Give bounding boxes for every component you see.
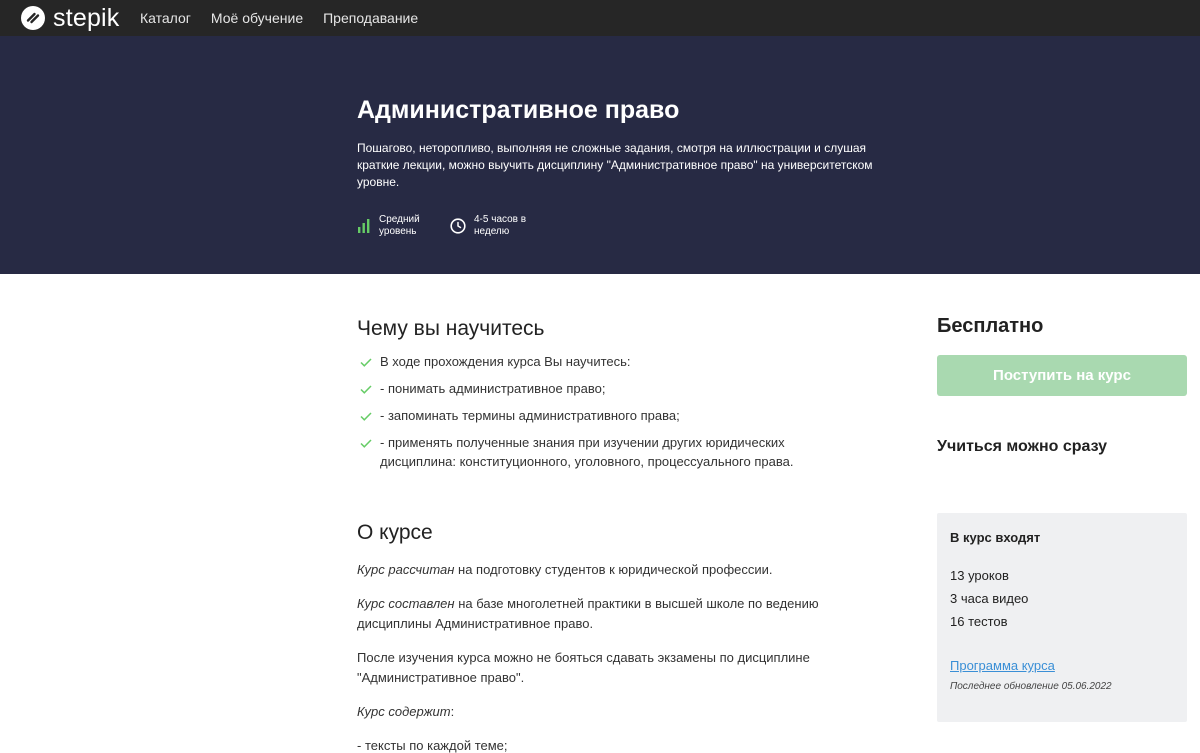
nav-teaching[interactable]: Преподавание [323, 0, 418, 36]
tests-label: тестов [964, 614, 1008, 629]
includes-title: В курс входят [950, 530, 1041, 545]
course-workload: 4-5 часов в неделю [450, 213, 526, 239]
tests-count: 16 [950, 614, 965, 629]
about-text: Курс рассчитан на подготовку студентов к… [357, 560, 867, 753]
learn-item-text: - применять полученные знания при изучен… [380, 435, 794, 469]
check-icon [360, 385, 372, 394]
about-heading: О курсе [357, 521, 433, 544]
course-includes-panel: В курс входят 13 уроков 3 часа видео 16 … [937, 513, 1187, 722]
includes-video: 3 часа видео [950, 591, 1028, 606]
video-label: часа видео [957, 591, 1029, 606]
learn-list: В ходе прохождения курса Вы научитесь: -… [357, 352, 837, 479]
includes-tests: 16 тестов [950, 614, 1008, 629]
course-program-link[interactable]: Программа курса [950, 658, 1055, 673]
about-emphasis: Курс составлен [357, 596, 455, 611]
lessons-count: 13 [950, 568, 965, 583]
course-level-line1: Средний [379, 214, 420, 225]
stepik-logo-icon [21, 6, 45, 30]
learn-item: - запоминать термины административного п… [357, 406, 837, 425]
course-title: Административное право [357, 96, 680, 124]
learn-item-text: - запоминать термины административного п… [380, 408, 680, 423]
learn-item-text: В ходе прохождения курса Вы научитесь: [380, 354, 631, 369]
about-paragraph: После изучения курса можно не бояться сд… [357, 650, 810, 685]
start-now-text: Учиться можно сразу [937, 438, 1108, 455]
about-paragraph: Курс рассчитан на подготовку студентов к… [357, 560, 867, 580]
enroll-button[interactable]: Поступить на курс [937, 355, 1187, 396]
about-paragraph: Курс составлен на базе многолетней практ… [357, 594, 867, 634]
course-price: Бесплатно [937, 315, 1044, 337]
level-bars-icon [358, 219, 370, 233]
about-paragraph: Курс содержит: [357, 702, 867, 722]
nav-my-learning[interactable]: Моё обучение [211, 0, 303, 36]
check-icon [360, 358, 372, 367]
learn-heading: Чему вы научитесь [357, 317, 545, 340]
learn-item: В ходе прохождения курса Вы научитесь: [357, 352, 837, 371]
check-icon [360, 439, 372, 448]
check-icon [360, 412, 372, 421]
about-emphasis: Курс содержит [357, 704, 451, 719]
learn-item-text: - понимать административное право; [380, 381, 606, 396]
learn-item: - понимать административное право; [357, 379, 837, 398]
about-text-span: на подготовку студентов к юридической пр… [454, 562, 773, 577]
nav-catalog[interactable]: Каталог [140, 0, 191, 36]
learn-item: - применять полученные знания при изучен… [357, 433, 837, 471]
logo-text: stepik [53, 4, 120, 32]
top-navbar: stepik Каталог Моё обучение Преподавание [0, 0, 1200, 36]
course-workload-line2: неделю [474, 226, 510, 237]
course-level-text: Средний уровень [379, 214, 420, 238]
stepik-logo[interactable]: stepik [20, 4, 120, 32]
about-text-span: : [450, 704, 455, 719]
includes-lessons: 13 уроков [950, 568, 1009, 583]
main-nav: Каталог Моё обучение Преподавание [140, 0, 438, 36]
course-level-line2: уровень [379, 226, 417, 237]
course-level: Средний уровень [357, 213, 420, 239]
course-hero: Административное право Пошагово, нетороп… [0, 36, 1200, 274]
course-workload-text: 4-5 часов в неделю [474, 214, 526, 238]
clock-icon [450, 218, 466, 234]
course-workload-line1: 4-5 часов в [474, 214, 527, 225]
course-description: Пошагово, неторопливо, выполняя не сложн… [357, 141, 873, 189]
lessons-label: уроков [964, 568, 1009, 583]
about-paragraph: - тексты по каждой теме; [357, 738, 508, 753]
last-updated: Последнее обновление 05.06.2022 [950, 681, 1112, 692]
about-emphasis: Курс рассчитан [357, 562, 455, 577]
